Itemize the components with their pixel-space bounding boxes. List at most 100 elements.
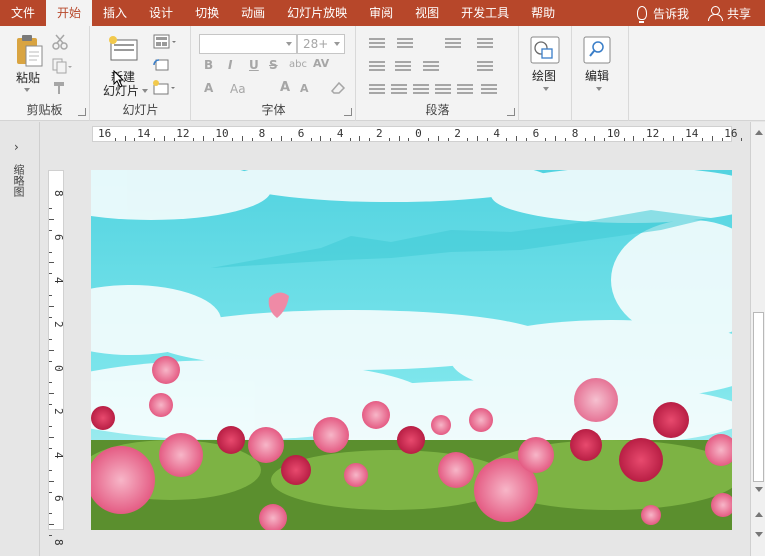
ruler-tick: [49, 480, 54, 482]
tab-help[interactable]: 帮助: [520, 0, 566, 26]
ruler-tick: [447, 138, 449, 141]
justify-icon[interactable]: [435, 84, 451, 96]
share-button[interactable]: 共享: [727, 5, 751, 22]
align-right-icon[interactable]: [413, 84, 429, 96]
ruler-number: 16: [724, 127, 738, 140]
bullets-icon[interactable]: [369, 38, 385, 50]
ruler-tick: [49, 447, 52, 449]
copy-button[interactable]: [52, 58, 72, 77]
drawing-button[interactable]: [530, 36, 560, 67]
line-spacing-icon[interactable]: [445, 38, 461, 50]
grow-font-button[interactable]: A: [280, 80, 290, 95]
tab-home[interactable]: 开始: [46, 0, 93, 26]
ruler-tick: [49, 229, 52, 231]
editing-button[interactable]: [583, 36, 611, 67]
ruler-tick: [662, 138, 664, 141]
horizontal-ruler[interactable]: 16 14 12 10 8 6 4 2 0 2 4 6 8 10 12 14 16: [92, 126, 762, 142]
ruler-tick: [49, 491, 52, 493]
italic-button[interactable]: I: [228, 58, 232, 72]
tab-file[interactable]: 文件: [0, 0, 46, 26]
tab-slideshow[interactable]: 幻灯片放映: [276, 0, 358, 26]
tab-design[interactable]: 设计: [138, 0, 184, 26]
ruler-number: 2: [52, 408, 65, 415]
ruler-tick: [49, 513, 52, 515]
clear-formatting-button[interactable]: [330, 81, 346, 98]
scroll-down-arrow[interactable]: [755, 487, 763, 492]
align-text-icon[interactable]: [477, 61, 493, 73]
ruler-tick: [437, 136, 439, 141]
ruler-tick: [49, 207, 52, 209]
tab-insert[interactable]: 插入: [92, 0, 138, 26]
decrease-indent-icon[interactable]: [369, 61, 385, 73]
ruler-number: 14: [137, 127, 151, 140]
scroll-up-arrow[interactable]: [755, 130, 763, 135]
tab-review[interactable]: 审阅: [358, 0, 404, 26]
eraser-icon: [330, 81, 346, 94]
ruler-number: 14: [685, 127, 699, 140]
previous-slide-arrow[interactable]: [755, 512, 763, 517]
tab-transitions[interactable]: 切换: [184, 0, 230, 26]
search-icon: [583, 36, 611, 64]
ruler-tick: [486, 138, 488, 141]
group-editing: 编辑: [573, 26, 629, 121]
distributed-icon[interactable]: [457, 84, 473, 96]
format-painter-icon: [54, 82, 64, 94]
align-center-icon[interactable]: [391, 84, 407, 96]
tab-animations[interactable]: 动画: [230, 0, 276, 26]
vertical-ruler[interactable]: 8 6 4 2 0 2 4 6 8: [48, 170, 65, 546]
underline-button[interactable]: U: [249, 58, 259, 72]
bold-button[interactable]: B: [204, 58, 213, 72]
clipboard-dialog-launcher[interactable]: [78, 108, 86, 116]
editing-dropdown-arrow[interactable]: [596, 87, 602, 91]
slide-canvas[interactable]: [91, 170, 732, 530]
reset-button[interactable]: [153, 57, 169, 76]
ruler-tick: [49, 393, 54, 395]
paste-button[interactable]: [14, 34, 44, 71]
ruler-tick: [49, 524, 54, 526]
paste-dropdown-arrow[interactable]: [24, 88, 30, 92]
numbering-icon[interactable]: [397, 38, 413, 50]
align-left-icon[interactable]: [369, 84, 385, 96]
new-slide-dropdown-arrow[interactable]: [142, 89, 148, 93]
font-dialog-launcher[interactable]: [344, 108, 352, 116]
text-direction-icon[interactable]: [477, 38, 493, 50]
ruler-tick: [251, 138, 253, 141]
shrink-font-button[interactable]: A: [300, 82, 309, 95]
paragraph-dialog-launcher[interactable]: [507, 108, 515, 116]
ruler-tick: [124, 136, 126, 141]
format-painter-button[interactable]: [52, 80, 68, 99]
smartart-icon[interactable]: [481, 84, 497, 96]
ruler-number: 12: [176, 127, 190, 140]
ruler-tick: [388, 138, 390, 141]
ruler-tick: [49, 262, 54, 264]
scroll-thumb[interactable]: [753, 312, 764, 482]
shadow-button[interactable]: abc: [289, 59, 307, 70]
font-color-button[interactable]: A: [204, 81, 213, 95]
ruler-number: 2: [454, 127, 461, 140]
layout-button[interactable]: [153, 34, 177, 53]
ruler-tick: [564, 138, 566, 141]
ruler-tick: [290, 138, 292, 141]
drawing-dropdown-arrow[interactable]: [543, 87, 549, 91]
section-button[interactable]: [153, 80, 177, 99]
next-slide-arrow[interactable]: [755, 532, 763, 537]
tab-view[interactable]: 视图: [404, 0, 450, 26]
chevron-right-icon[interactable]: ›: [14, 140, 19, 154]
tell-me-box[interactable]: 告诉我: [636, 5, 689, 23]
cut-button[interactable]: [52, 34, 68, 53]
person-icon: [707, 6, 723, 21]
tab-developer[interactable]: 开发工具: [450, 0, 520, 26]
font-name-combo[interactable]: [199, 34, 297, 54]
vertical-scrollbar[interactable]: [750, 122, 765, 556]
new-slide-button[interactable]: [109, 36, 139, 67]
ruler-tick: [506, 138, 508, 141]
char-spacing-button[interactable]: AV: [313, 57, 329, 70]
font-size-combo[interactable]: 28+: [297, 34, 345, 54]
increase-indent-icon[interactable]: [395, 61, 411, 73]
editing-label: 编辑: [585, 69, 610, 83]
change-case-button[interactable]: Aa: [230, 82, 246, 96]
thumbnail-pane: › 缩略图: [0, 122, 40, 556]
ruler-tick: [163, 136, 165, 141]
columns-icon[interactable]: [423, 61, 439, 73]
strikethrough-button[interactable]: S: [269, 58, 278, 72]
